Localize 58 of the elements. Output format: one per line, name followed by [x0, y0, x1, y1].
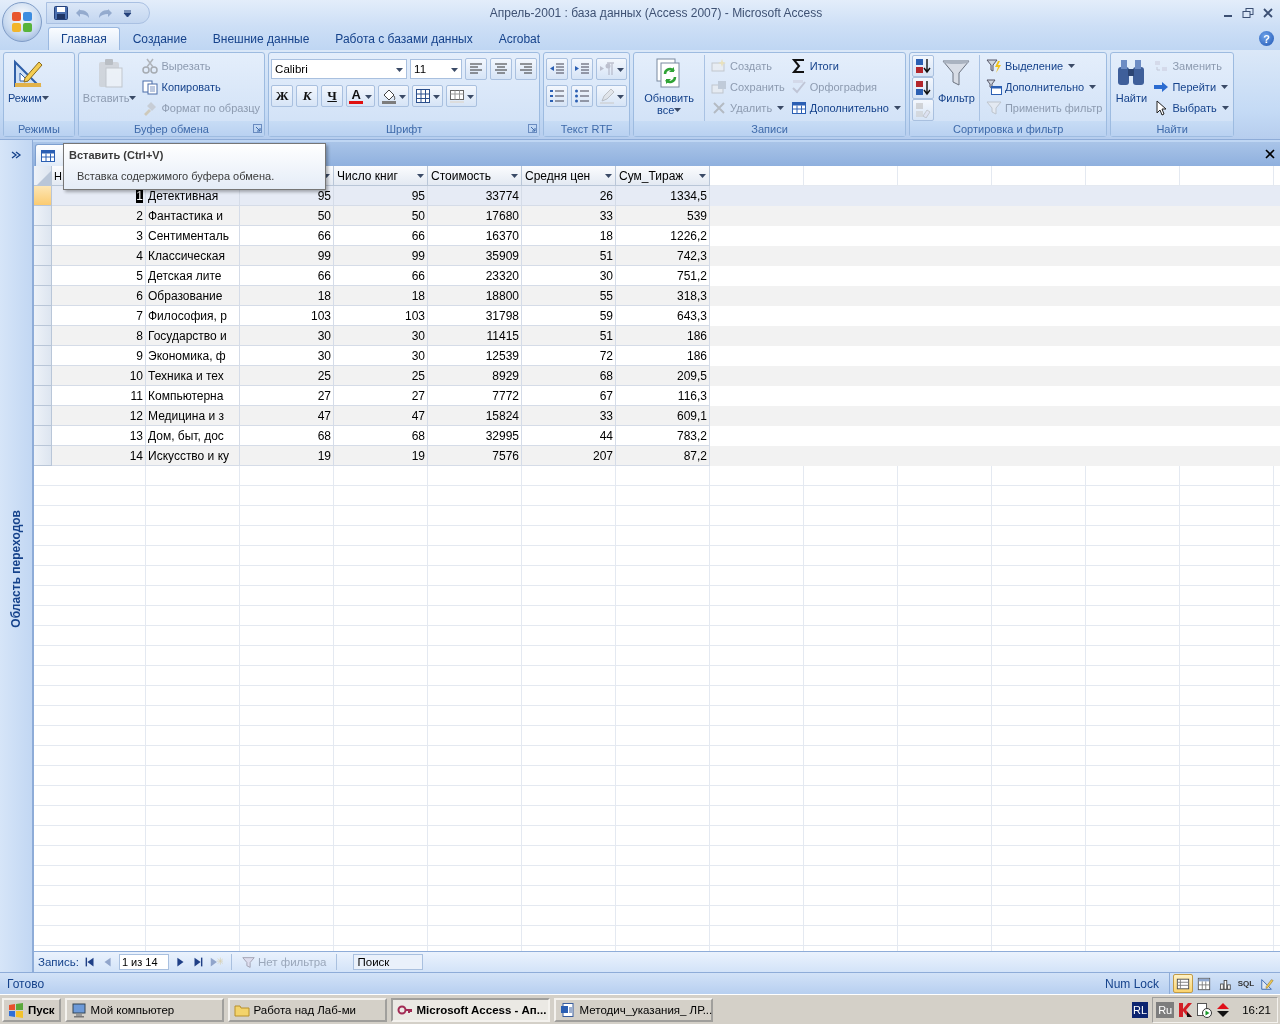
group-label: Текст RTF [560, 122, 613, 135]
taskbar-button[interactable]: Microsoft Access - Ап... [390, 997, 550, 1022]
ribbon-button[interactable]: Копировать [140, 76, 263, 97]
column-header[interactable]: Средня цен [522, 166, 616, 186]
table-cell: 19 [334, 446, 428, 466]
window-title: Апрель-2001 : база данных (Access 2007) - Microsoft Access [488, 6, 824, 20]
taskbar-button[interactable]: Мой компьютер [64, 997, 224, 1022]
taskbar-button[interactable]: Работа над Лаб-ми [227, 997, 387, 1022]
ribbon-button[interactable]: Перейти [1151, 76, 1231, 97]
view-button[interactable]: SQL [1236, 974, 1256, 993]
combo-box[interactable]: 11 [410, 59, 463, 79]
clock: 16:21 [1242, 1003, 1271, 1016]
format-button[interactable]: Ж [271, 85, 294, 107]
group-label: Режимы [18, 122, 60, 135]
ribbon-button[interactable]: Фильтр [935, 55, 977, 106]
keyboard-layout-indicator[interactable]: RL [1132, 1001, 1149, 1018]
ribbon-button[interactable]: Выделение [983, 55, 1105, 76]
ribbon-button[interactable]: Обновить все [636, 55, 703, 119]
record-position-field[interactable]: 1 из 14 [118, 954, 169, 970]
taskbar-button[interactable]: Методич_указания_ ЛР... [553, 997, 713, 1022]
language-indicator[interactable]: Ru [1156, 1001, 1175, 1018]
num-lock-indicator: Num Lock [1104, 976, 1159, 991]
start-button[interactable]: Пуск [2, 997, 61, 1022]
pane-title[interactable]: Область переходов [9, 509, 23, 628]
group-label: Записи [751, 122, 788, 135]
ribbon-button[interactable]: Найти [1113, 55, 1150, 106]
format-button[interactable]: К [296, 85, 319, 107]
record-label: Запись: [38, 956, 79, 968]
ribbon-button[interactable]: Выбрать [1151, 97, 1231, 118]
group-label: Сортировка и фильтр [953, 122, 1064, 135]
ribbon-tab[interactable]: Создание [119, 27, 200, 50]
ribbon-tab[interactable]: Acrobat [485, 27, 554, 50]
group-label: Буфер обмена [134, 122, 209, 135]
status-text: Готово [7, 976, 45, 991]
ribbon-button[interactable]: Дополнительно [788, 97, 903, 118]
column-header[interactable]: Сум_Тираж [616, 166, 710, 186]
table-cell: 7576 [428, 446, 522, 466]
format-button[interactable]: Ч [321, 85, 344, 107]
tooltip-text: Вставка содержимого буфера обмена. [76, 170, 276, 182]
table-cell: 19 [240, 446, 334, 466]
ribbon-button[interactable]: Режим [6, 55, 51, 107]
ribbon-button[interactable]: Дополнительно [983, 76, 1105, 97]
font-color-button[interactable]: A [346, 85, 376, 107]
tooltip-title: Вставить (Ctrl+V) [69, 149, 165, 161]
combo-box[interactable]: Calibri [271, 59, 408, 79]
table-cell: 14 [52, 446, 146, 466]
ribbon-button[interactable]: Итоги [788, 55, 903, 76]
table-cell: Искусство и ку [146, 446, 240, 466]
ribbon-tab[interactable]: Работа с базами данных [322, 27, 486, 50]
table-cell: 87,2 [616, 446, 710, 466]
group-label: Найти [1156, 122, 1188, 135]
ribbon-tab[interactable]: Внешние данные [199, 27, 323, 50]
table-cell: 207 [522, 446, 616, 466]
group-label: Шрифт [386, 122, 423, 135]
column-header[interactable]: Число книг [334, 166, 428, 186]
ribbon-tab[interactable]: Главная [48, 27, 120, 50]
column-header[interactable]: Стоимость [428, 166, 522, 186]
search-field[interactable]: Поиск [353, 954, 424, 970]
